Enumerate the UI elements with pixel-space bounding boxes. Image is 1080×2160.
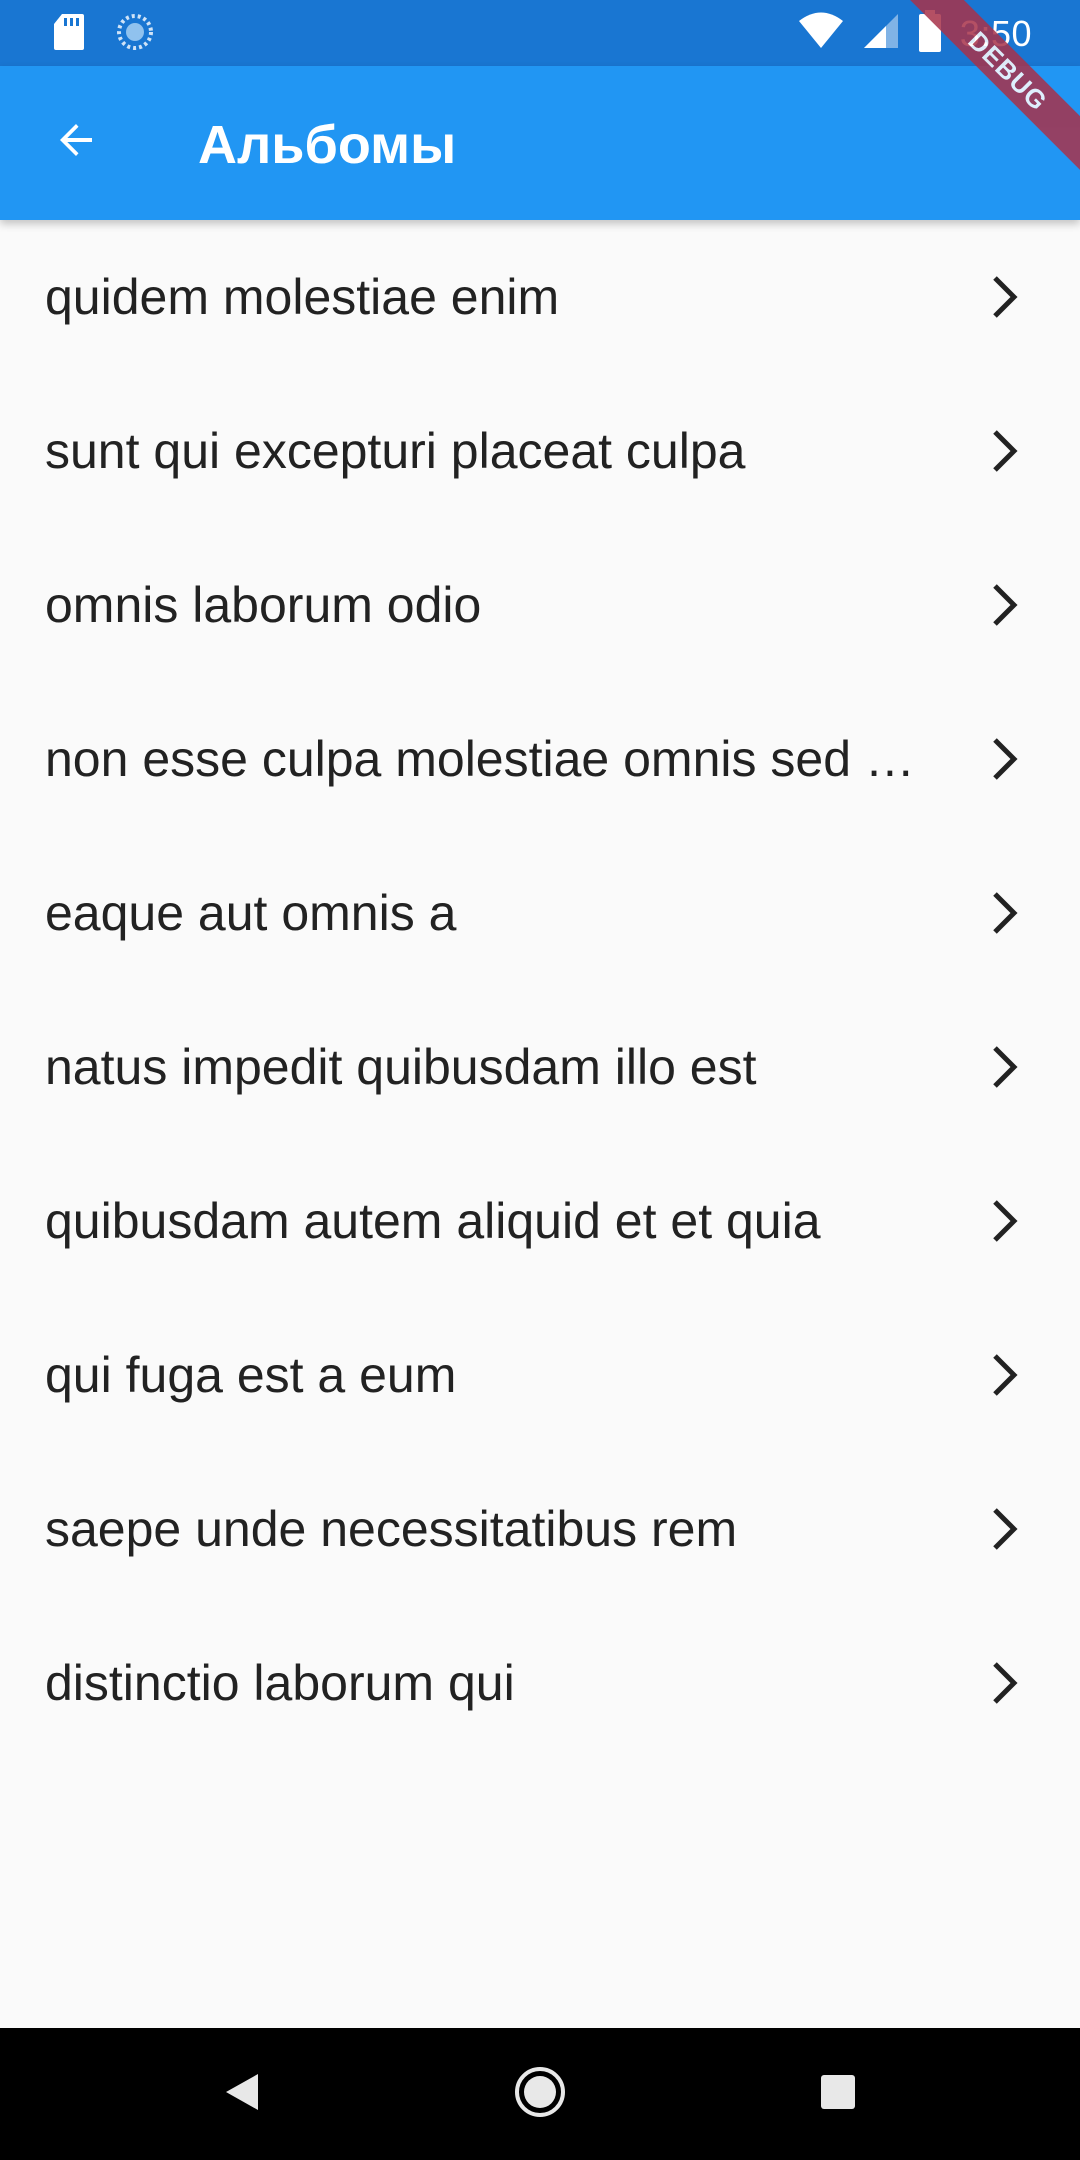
album-title: sunt qui excepturi placeat culpa [45,423,746,479]
chevron-right-icon [980,272,1030,322]
album-title: saepe unde necessitatibus rem [45,1501,738,1557]
status-time: 3:50 [959,12,1032,54]
battery-icon [918,10,942,57]
status-left-icons [52,12,154,57]
signal-icon [862,12,900,55]
chevron-right-icon [980,1350,1030,1400]
chevron-right-icon [980,1504,1030,1554]
album-title: non esse culpa molestiae omnis sed optio [45,731,940,787]
album-title: natus impedit quibusdam illo est [45,1039,757,1095]
album-list-item[interactable]: quibusdam autem aliquid et et quia [0,1144,1080,1298]
album-list-item[interactable]: quidem molestiae enim [0,220,1080,374]
album-title: eaque aut omnis a [45,885,457,941]
chevron-right-icon [980,1042,1030,1092]
back-nav-button[interactable] [212,2064,272,2124]
album-list-item[interactable]: non esse culpa molestiae omnis sed optio [0,682,1080,836]
album-list-item[interactable]: natus impedit quibusdam illo est [0,990,1080,1144]
chevron-right-icon [980,580,1030,630]
status-bar: 3:50 [0,0,1080,66]
back-button[interactable] [36,102,116,182]
page-title: Альбомы [198,115,457,175]
album-list-item[interactable]: eaque aut omnis a [0,836,1080,990]
wifi-icon [798,12,844,55]
arrow-back-icon [52,116,100,169]
system-nav-bar [0,2028,1080,2160]
recents-nav-icon [820,2074,856,2115]
album-title: quidem molestiae enim [45,269,560,325]
album-list-item[interactable]: saepe unde necessitatibus rem [0,1452,1080,1606]
album-title: distinctio laborum qui [45,1655,515,1711]
home-nav-icon [514,2066,566,2123]
chevron-right-icon [980,426,1030,476]
app-bar: Альбомы [0,66,1080,220]
album-title: qui fuga est a eum [45,1347,457,1403]
back-nav-icon [224,2072,260,2117]
album-list-item[interactable]: omnis laborum odio [0,528,1080,682]
chevron-right-icon [980,888,1030,938]
chevron-right-icon [980,1658,1030,1708]
sync-icon [116,13,154,56]
album-title: omnis laborum odio [45,577,482,633]
recents-nav-button[interactable] [808,2064,868,2124]
home-nav-button[interactable] [510,2064,570,2124]
album-list-item[interactable]: qui fuga est a eum [0,1298,1080,1452]
sd-card-icon [52,12,86,57]
chevron-right-icon [980,734,1030,784]
album-list-item[interactable]: distinctio laborum qui [0,1606,1080,1760]
status-right-icons: 3:50 [798,10,1032,57]
album-list-item[interactable]: sunt qui excepturi placeat culpa [0,374,1080,528]
chevron-right-icon [980,1196,1030,1246]
album-list: quidem molestiae enim sunt qui excepturi… [0,220,1080,1760]
album-title: quibusdam autem aliquid et et quia [45,1193,821,1249]
